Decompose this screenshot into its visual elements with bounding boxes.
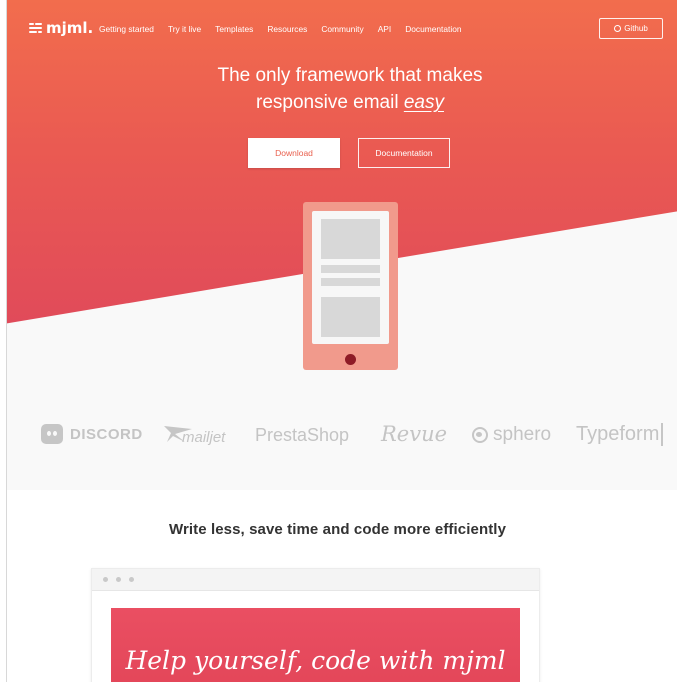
window-dot-icon: [103, 577, 108, 582]
nav-link-try-it-live[interactable]: Try it live: [168, 24, 201, 34]
partner-sphero: sphero: [493, 424, 552, 445]
documentation-button[interactable]: Documentation: [358, 138, 450, 168]
partner-prestashop: PrestaShop: [255, 425, 350, 445]
nav-links: Getting started Try it live Templates Re…: [99, 24, 462, 34]
logo-text: mjml.: [46, 19, 94, 37]
nav-link-resources[interactable]: Resources: [267, 24, 307, 34]
github-label: Github: [624, 24, 648, 33]
browser-toolbar: [92, 569, 539, 591]
sphero-icon: [472, 427, 488, 443]
preview-banner-text: Help yourself, code with mjml: [125, 646, 506, 675]
phone-home-button: [345, 354, 356, 365]
window-dot-icon: [129, 577, 134, 582]
headline-line-2: responsive email easy: [7, 89, 677, 116]
partner-typeform: Typeform: [576, 423, 664, 446]
mjml-logo-icon: [29, 23, 42, 33]
hero-headline: The only framework that makes responsive…: [7, 62, 677, 116]
discord-icon: [41, 424, 63, 444]
github-icon: [614, 25, 622, 32]
headline-line-1: The only framework that makes: [217, 65, 483, 86]
nav-link-getting-started[interactable]: Getting started: [99, 24, 154, 34]
headline-emphasis: easy: [403, 92, 444, 113]
partner-mailjet: mailjet: [182, 429, 226, 446]
download-button[interactable]: Download: [248, 138, 340, 168]
browser-viewport: mjml. Getting started Try it live Templa…: [6, 0, 677, 682]
nav-link-api[interactable]: API: [378, 24, 392, 34]
browser-preview: Help yourself, code with mjml: [91, 568, 540, 682]
top-navigation: mjml. Getting started Try it live Templa…: [7, 16, 677, 42]
partner-logos: DISCORD mailjet PrestaShop Revue sphero …: [7, 415, 677, 455]
nav-link-community[interactable]: Community: [321, 24, 363, 34]
partner-discord: DISCORD: [70, 426, 143, 443]
mjml-logo[interactable]: mjml.: [29, 19, 93, 37]
window-dot-icon: [116, 577, 121, 582]
github-button[interactable]: Github: [599, 18, 663, 39]
partner-revue: Revue: [381, 422, 448, 446]
phone-screen: [312, 211, 389, 344]
section-title: Write less, save time and code more effi…: [168, 521, 507, 538]
phone-illustration: [303, 202, 398, 370]
preview-banner: Help yourself, code with mjml: [111, 608, 520, 682]
headline-line-2-text: responsive email: [256, 92, 404, 113]
nav-link-templates[interactable]: Templates: [215, 24, 253, 34]
nav-link-documentation[interactable]: Documentation: [405, 24, 461, 34]
